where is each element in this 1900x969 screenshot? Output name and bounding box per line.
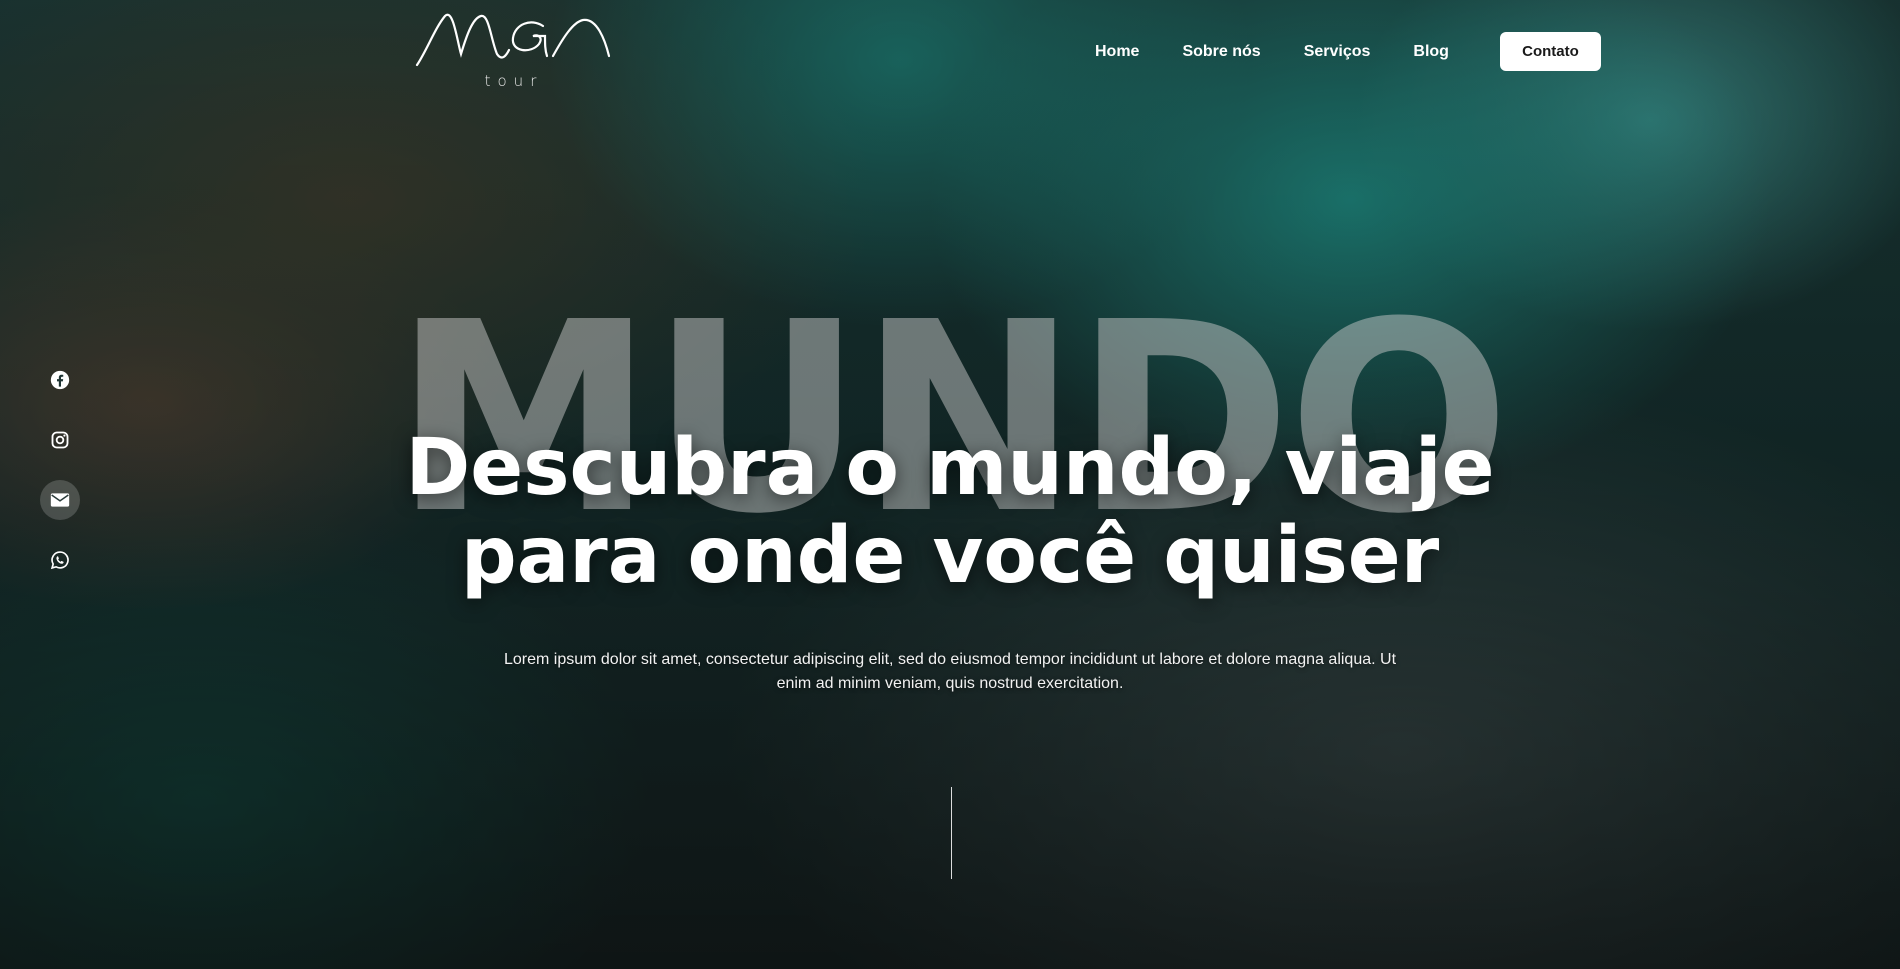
site-header: tour Home Sobre nós Serviços Blog Contat…: [0, 0, 1900, 100]
main-nav: Home Sobre nós Serviços Blog Contato: [1095, 32, 1601, 71]
nav-blog[interactable]: Blog: [1413, 33, 1449, 71]
facebook-link[interactable]: [40, 360, 80, 400]
headline-line-2: para onde você quiser: [460, 511, 1440, 601]
email-icon: [50, 493, 70, 507]
logo-subtitle: tour: [484, 72, 544, 90]
contact-button[interactable]: Contato: [1499, 32, 1601, 71]
headline-line-1: Descubra o mundo, viaje: [405, 423, 1495, 513]
hero-description: Lorem ipsum dolor sit amet, consectetur …: [503, 651, 1397, 692]
logo-script-icon: [415, 13, 611, 67]
social-links: [40, 360, 80, 600]
nav-home[interactable]: Home: [1095, 33, 1139, 71]
scroll-indicator: [951, 787, 952, 879]
facebook-icon: [50, 370, 70, 390]
nav-servicos[interactable]: Serviços: [1304, 33, 1371, 71]
instagram-icon: [51, 431, 69, 449]
nav-sobre-nos[interactable]: Sobre nós: [1182, 33, 1260, 71]
instagram-link[interactable]: [40, 420, 80, 460]
logo[interactable]: tour: [413, 10, 615, 92]
whatsapp-icon: [50, 551, 69, 570]
hero-headline: Descubra o mundo, viaje para onde você q…: [0, 424, 1900, 600]
email-link[interactable]: [40, 480, 80, 520]
whatsapp-link[interactable]: [40, 540, 80, 580]
